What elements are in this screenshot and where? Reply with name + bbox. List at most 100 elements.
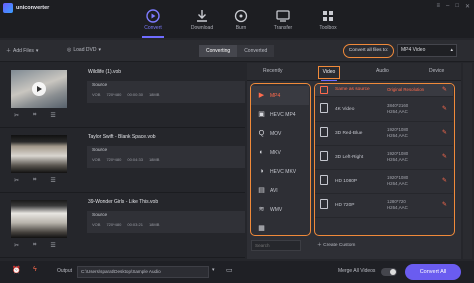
tab-device[interactable]: Device bbox=[429, 68, 444, 74]
format-item-wmv[interactable]: ≋ WMV bbox=[251, 200, 309, 219]
schedule-icon[interactable]: ⏰ bbox=[12, 266, 21, 274]
resolution-codec: H264,AAC bbox=[387, 133, 408, 138]
format-item-avi[interactable]: ▤ AVI bbox=[251, 181, 309, 200]
file-row[interactable]: 39-Wonder Girls - Like This.vob Source V… bbox=[0, 193, 245, 258]
close-icon[interactable]: ✕ bbox=[465, 3, 470, 10]
format-item-mp4[interactable]: ▶ MP4 bbox=[251, 86, 309, 105]
effects-icon[interactable]: ☰ bbox=[50, 177, 55, 184]
source-label: Source bbox=[92, 83, 108, 88]
video-file-icon bbox=[320, 86, 328, 94]
tab-burn[interactable]: Burn bbox=[219, 9, 263, 31]
tab-transfer[interactable]: Transfer bbox=[261, 9, 305, 31]
target-format-select[interactable]: MP4 Video ▴ bbox=[397, 44, 457, 57]
edit-icon[interactable]: ✎ bbox=[442, 86, 447, 93]
app-logo: uniconverter bbox=[3, 3, 49, 13]
video-thumbnail[interactable] bbox=[11, 200, 67, 238]
crop-icon[interactable]: ⌗ bbox=[33, 112, 36, 119]
tab-toolbox[interactable]: Toolbox bbox=[306, 9, 350, 31]
video-thumbnail[interactable] bbox=[11, 70, 67, 108]
menu-icon[interactable]: ≡ bbox=[436, 3, 440, 10]
tab-video[interactable]: Video bbox=[318, 66, 340, 79]
source-meta: VOB 720*480 00:03:21 18MB bbox=[92, 222, 159, 227]
resolution-size: 1920*1080 bbox=[387, 127, 409, 132]
tab-converted[interactable]: Converted bbox=[237, 45, 275, 57]
file-row[interactable]: Wildlife (1).vob Source VOB 720*480 00:0… bbox=[0, 63, 245, 128]
toolbox-icon bbox=[323, 11, 333, 21]
format-item-more[interactable]: ▦ bbox=[251, 219, 309, 235]
trim-icon[interactable]: ✂ bbox=[14, 112, 19, 119]
format-value: VOB bbox=[92, 157, 101, 162]
resolution-spec: Original Resolution bbox=[387, 87, 425, 92]
edit-icon[interactable]: ✎ bbox=[442, 105, 447, 112]
resolution-size: 3840*2160 bbox=[387, 103, 409, 108]
folder-icon[interactable]: ▭ bbox=[226, 266, 233, 274]
convert-all-button[interactable]: Convert All bbox=[405, 264, 461, 280]
create-custom-button[interactable]: ＋ Create Custom bbox=[317, 241, 355, 248]
add-files-button[interactable]: ＋ Add Files ▾ bbox=[6, 47, 38, 55]
tab-audio[interactable]: Audio bbox=[376, 68, 389, 74]
size-value: 18MB bbox=[148, 222, 160, 227]
resolution-value: 720*480 bbox=[106, 157, 122, 162]
edit-icon[interactable]: ✎ bbox=[442, 153, 447, 160]
edit-icon[interactable]: ✎ bbox=[442, 177, 447, 184]
tab-converting[interactable]: Converting bbox=[199, 45, 238, 57]
edit-icon[interactable]: ✎ bbox=[442, 129, 447, 136]
video-file-icon bbox=[320, 175, 328, 185]
resolution-name: Same as source bbox=[335, 87, 370, 92]
tab-burn-label: Burn bbox=[235, 25, 247, 31]
format-search-input[interactable] bbox=[251, 240, 301, 251]
effects-icon[interactable]: ☰ bbox=[50, 112, 55, 119]
tab-download[interactable]: Download bbox=[180, 9, 224, 31]
effects-icon[interactable]: ☰ bbox=[50, 242, 55, 249]
merge-all-label: Merge All Videos bbox=[338, 268, 376, 274]
mkv-icon: ◐ bbox=[259, 149, 264, 156]
load-dvd-button[interactable]: ◎ Load DVD ▾ bbox=[67, 47, 101, 53]
minimize-icon[interactable]: – bbox=[446, 3, 449, 10]
resolution-item[interactable]: 4K Video 3840*2160 H264,AAC ✎ bbox=[315, 98, 453, 122]
app-title: uniconverter bbox=[16, 5, 50, 11]
format-item-hevc-mkv[interactable]: ◑ HEVC MKV bbox=[251, 162, 309, 181]
video-tab-indicator bbox=[321, 80, 337, 81]
format-item-mkv[interactable]: ◐ MKV bbox=[251, 143, 309, 162]
resolution-item[interactable]: 3D Red-Blue 1920*1080 H264,AAC ✎ bbox=[315, 122, 453, 146]
file-name: Taylor Swift - Blank Space.vob bbox=[88, 134, 156, 140]
video-file-icon bbox=[320, 103, 328, 113]
mov-icon: Q bbox=[258, 130, 265, 137]
resolution-name: HD 1080P bbox=[335, 179, 358, 184]
burn-disc-icon bbox=[234, 9, 248, 23]
resolution-item[interactable]: HD 1080P 1920*1080 H264,AAC ✎ bbox=[315, 170, 453, 194]
video-thumbnail[interactable] bbox=[11, 135, 67, 173]
crop-icon[interactable]: ⌗ bbox=[33, 242, 36, 249]
trim-icon[interactable]: ✂ bbox=[14, 242, 19, 249]
resolution-item[interactable]: Same as source Original Resolution ✎ bbox=[315, 84, 453, 97]
source-label: Source bbox=[92, 213, 108, 218]
active-tab-indicator bbox=[142, 36, 164, 38]
file-row[interactable]: Taylor Swift - Blank Space.vob Source VO… bbox=[0, 128, 245, 193]
tab-download-label: Download bbox=[190, 25, 214, 31]
chevron-down-icon[interactable]: ▾ bbox=[212, 267, 215, 273]
format-label: MP4 bbox=[270, 92, 281, 99]
transfer-icon bbox=[276, 10, 290, 22]
merge-toggle[interactable] bbox=[381, 268, 397, 276]
play-icon[interactable] bbox=[32, 82, 46, 96]
maximize-icon[interactable]: □ bbox=[455, 3, 459, 10]
resolution-size: 1920*1080 bbox=[387, 175, 409, 180]
speed-icon[interactable]: ϟ bbox=[33, 266, 37, 273]
file-name: Wildlife (1).vob bbox=[88, 69, 122, 75]
resolution-item[interactable]: 3D Left-Right 1920*1080 H264,AAC ✎ bbox=[315, 146, 453, 170]
add-file-icon: ＋ bbox=[6, 48, 12, 54]
tab-convert[interactable]: Convert bbox=[131, 9, 175, 31]
scrollbar[interactable] bbox=[463, 63, 472, 259]
trim-icon[interactable]: ✂ bbox=[14, 177, 19, 184]
resolution-item[interactable]: HD 720P 1280*720 H264,AAC ✎ bbox=[315, 194, 453, 218]
output-label: Output bbox=[57, 268, 73, 274]
format-item-hevc-mp4[interactable]: ▣ HEVC MP4 bbox=[251, 105, 309, 124]
output-path-field[interactable]: C:\Users\sparat\Desktop\Sample Audio bbox=[77, 266, 209, 278]
edit-icon[interactable]: ✎ bbox=[442, 201, 447, 208]
source-info: Source VOB 720*480 00:04:33 18MB bbox=[87, 146, 245, 168]
format-item-mov[interactable]: Q MOV bbox=[251, 124, 309, 143]
crop-icon[interactable]: ⌗ bbox=[33, 177, 36, 184]
format-label: MOV bbox=[270, 130, 282, 137]
tab-recently[interactable]: Recently bbox=[263, 68, 282, 74]
resolution-value: 720*480 bbox=[106, 92, 122, 97]
